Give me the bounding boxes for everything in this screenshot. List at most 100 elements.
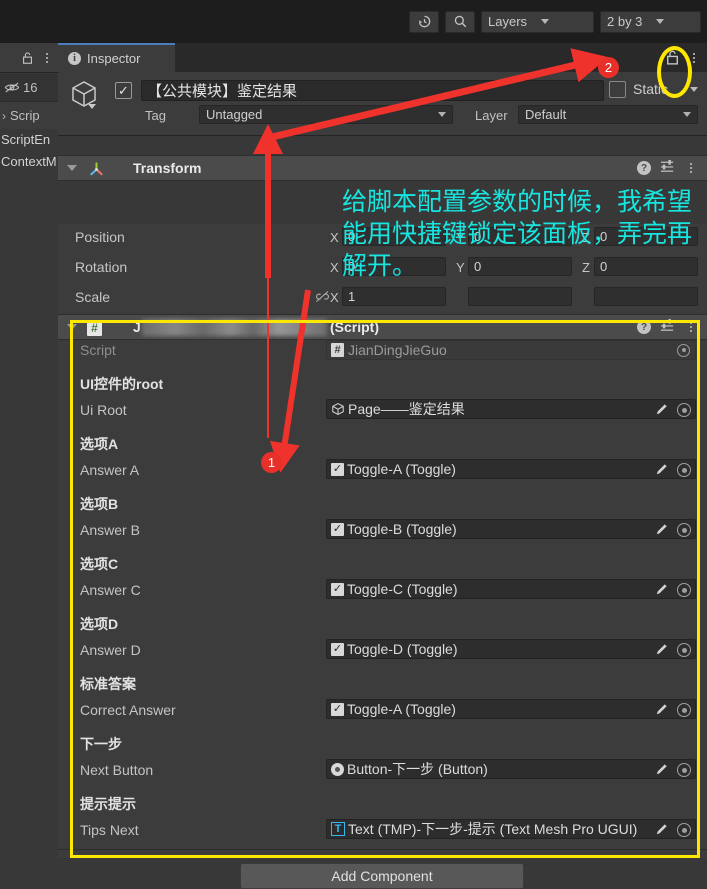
object-picker-icon[interactable] (677, 403, 691, 417)
property-label-answer-d: Answer D (80, 642, 141, 658)
lock-icon[interactable] (21, 51, 34, 65)
edit-pencil-icon[interactable] (654, 822, 669, 838)
foldout-arrow-icon[interactable] (67, 324, 77, 330)
property-field-answer-d[interactable]: ✓ Toggle-D (Toggle) (326, 639, 696, 659)
preset-glyph (660, 159, 674, 172)
eye-off-icon[interactable] (4, 81, 20, 94)
edit-pencil-icon[interactable] (654, 402, 669, 418)
object-picker-icon[interactable] (677, 823, 691, 837)
scale-x-input[interactable]: 1 (342, 287, 446, 306)
property-value-next-button: Button-下一步 (Button) (347, 761, 488, 777)
help-icon[interactable]: ? (637, 161, 651, 175)
chevron-down-icon (656, 19, 665, 24)
transform-glyph (90, 162, 103, 176)
edit-pencil-icon[interactable] (654, 642, 669, 658)
object-picker-icon[interactable] (677, 703, 691, 717)
list-item[interactable]: ContextM (1, 151, 58, 173)
gameobject-enabled-checkbox[interactable]: ✓ (115, 82, 132, 99)
dot (690, 322, 692, 324)
script-reference-row: Script # JianDingJieGuo (58, 340, 707, 362)
pencil-glyph (656, 524, 667, 535)
scale-y-input[interactable] (468, 287, 572, 306)
list-item[interactable]: ScriptEn (1, 129, 58, 151)
script-component-header[interactable]: # J (Script) ? (58, 314, 707, 340)
foldout-arrow-icon[interactable] (67, 165, 77, 171)
scale-z-input[interactable] (594, 287, 698, 306)
property-field-answer-a[interactable]: ✓ Toggle-A (Toggle) (326, 459, 696, 479)
search-icon[interactable] (445, 10, 475, 33)
tag-dropdown[interactable]: Untagged (199, 105, 453, 124)
preset-icon[interactable] (660, 318, 675, 337)
property-field-next-button[interactable]: Button-下一步 (Button) (326, 759, 696, 779)
object-picker-icon[interactable] (677, 643, 691, 657)
kebab-menu-icon[interactable] (40, 50, 54, 66)
link-off-icon[interactable] (315, 290, 330, 306)
dot (693, 53, 695, 55)
left-panel-empty (0, 187, 58, 889)
dot (690, 167, 692, 169)
pencil-glyph (656, 704, 667, 715)
left-panel-script-row[interactable]: › Scrip (0, 102, 58, 129)
dot (681, 467, 687, 473)
checkbox-icon: ✓ (331, 582, 344, 596)
axis-x-label: X (330, 290, 339, 305)
chevron-down-icon (541, 19, 550, 24)
property-field-answer-b[interactable]: ✓ Toggle-B (Toggle) (326, 519, 696, 539)
annotation-badge-2: 2 (598, 57, 619, 78)
pencil-glyph (656, 584, 667, 595)
dot (693, 61, 695, 63)
kebab-menu-icon[interactable] (684, 160, 698, 176)
property-field-correct-answer[interactable]: ✓ Toggle-A (Toggle) (326, 699, 696, 719)
chevron-down-icon (438, 112, 446, 117)
tab-inspector[interactable]: i Inspector (58, 43, 175, 72)
object-picker-icon[interactable] (677, 343, 690, 357)
layers-dropdown[interactable]: Layers (481, 10, 594, 33)
static-chevron-down-icon[interactable] (690, 87, 698, 92)
info-icon: i (68, 52, 81, 65)
dot (693, 57, 695, 59)
checkbox-icon: ✓ (331, 522, 344, 536)
edit-pencil-icon[interactable] (654, 702, 669, 718)
edit-pencil-icon[interactable] (654, 522, 669, 538)
kebab-menu-icon[interactable] (684, 319, 698, 335)
unity-editor-screen: Layers 2 by 3 16 › Scrip ScriptEn Contex… (0, 0, 707, 889)
gameobject-name-input[interactable]: 【公共模块】鉴定结果 (141, 80, 604, 101)
preset-icon[interactable] (660, 159, 675, 178)
dot (46, 56, 48, 59)
checkbox-icon: ✓ (331, 642, 344, 656)
help-icon[interactable]: ? (637, 320, 651, 334)
annotation-note: 给脚本配置参数的时候，我希望能用快捷键锁定该面板，弄完再解开。 (342, 188, 693, 280)
script-header-icons: ? (637, 318, 707, 337)
object-picker-icon[interactable] (677, 763, 691, 777)
tab-inspector-label: Inspector (87, 51, 141, 66)
object-picker-icon[interactable] (677, 583, 691, 597)
transform-component-header[interactable]: Transform ? (58, 155, 707, 181)
static-checkbox[interactable] (609, 81, 626, 98)
checkbox-icon: ✓ (331, 702, 344, 716)
property-field-tips-next[interactable]: T Text (TMP)-下一步-提示 (Text Mesh Pro UGUI) (326, 819, 696, 839)
dot (335, 766, 340, 772)
group-label-answer-a: 选项A (80, 436, 119, 452)
property-value-answer-a: Toggle-A (Toggle) (347, 461, 456, 477)
layer-dropdown[interactable]: Default (518, 105, 698, 124)
add-component-button[interactable]: Add Component (240, 863, 524, 889)
object-picker-icon[interactable] (677, 463, 691, 477)
edit-pencil-icon[interactable] (654, 582, 669, 598)
pencil-glyph (656, 404, 667, 415)
history-icon[interactable] (409, 10, 439, 33)
tag-label: Tag (145, 108, 166, 123)
script-field-value: # JianDingJieGuo (326, 340, 696, 360)
cube-glyph (72, 81, 96, 109)
left-panel-eye-row: 16 (0, 74, 58, 102)
edit-pencil-icon[interactable] (654, 462, 669, 478)
transform-title: Transform (133, 160, 202, 176)
edit-pencil-icon[interactable] (654, 762, 669, 778)
script-component-body: Script # JianDingJieGuo UI控件的root Ui Roo… (58, 340, 707, 858)
layout-dropdown[interactable]: 2 by 3 (600, 10, 701, 33)
property-field-ui-root[interactable]: Page——鉴定结果 (326, 399, 696, 419)
object-picker-icon[interactable] (677, 523, 691, 537)
script-field-text: JianDingJieGuo (348, 342, 447, 358)
property-value-tips-next: Text (TMP)-下一步-提示 (Text Mesh Pro UGUI) (348, 821, 638, 837)
property-field-answer-c[interactable]: ✓ Toggle-C (Toggle) (326, 579, 696, 599)
group-label-answer-d: 选项D (80, 616, 119, 632)
